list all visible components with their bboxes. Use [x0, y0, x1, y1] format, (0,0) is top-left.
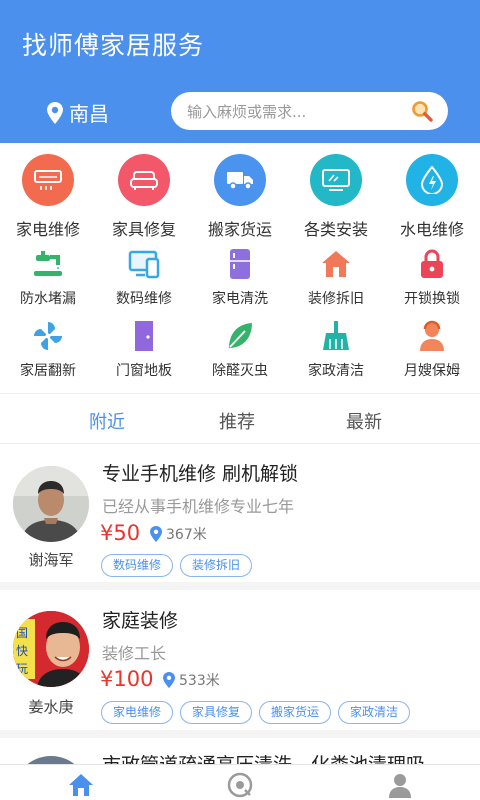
provider-name: 谢海军 [28, 551, 74, 569]
city-selector[interactable]: 南昌 [47, 98, 109, 127]
category-renovation-demolition[interactable]: 装修拆旧 [288, 247, 384, 308]
category-label: 数码维修 [116, 291, 172, 307]
category-label: 除醛灭虫 [212, 363, 268, 379]
svg-text:国: 国 [16, 626, 28, 640]
broom-icon [319, 319, 353, 353]
listing-distance: 367米 [150, 524, 207, 544]
category-label: 门窗地板 [116, 363, 172, 379]
category-furniture-repair[interactable]: 家具修复 [96, 154, 192, 240]
location-pin-icon [163, 672, 175, 688]
tag[interactable]: 搬家货运 [259, 701, 332, 724]
category-waterproof[interactable]: 防水堵漏 [0, 247, 96, 308]
category-label: 开锁换锁 [404, 291, 460, 307]
category-housekeeping[interactable]: 家政清洁 [288, 319, 384, 380]
leaf-icon [223, 319, 257, 353]
listing-title: 家庭装修 [102, 610, 179, 632]
listing-title: 专业手机维修 刷机解锁 [102, 463, 299, 485]
tag[interactable]: 家政清洁 [338, 701, 411, 724]
avatar [13, 466, 89, 542]
list-item[interactable]: 谢海军 专业手机维修 刷机解锁 已经从事手机维修专业七年 ¥50 367米 数码… [0, 444, 480, 590]
category-locksmith[interactable]: 开锁换锁 [384, 247, 480, 308]
water-drop-icon [406, 154, 458, 206]
category-label: 家居翻新 [20, 363, 76, 379]
tab-latest[interactable]: 最新 [346, 408, 382, 434]
pinwheel-icon [31, 319, 65, 353]
discover-icon[interactable] [225, 771, 255, 799]
distance-value: 367米 [166, 527, 207, 543]
list-item[interactable]: 国 快 玩 姜水庚 家庭装修 装修工长 ¥100 533米 家电维修 家具修复 [0, 590, 480, 738]
category-appliance-repair[interactable]: 家电维修 [0, 154, 96, 240]
category-moving[interactable]: 搬家货运 [192, 154, 288, 240]
fridge-icon [223, 247, 257, 281]
category-label: 家政清洁 [308, 363, 364, 379]
category-appliance-cleaning[interactable]: 家电清洗 [192, 247, 288, 308]
truck-icon [214, 154, 266, 206]
devices-icon [127, 247, 161, 281]
category-label: 月嫂保姆 [404, 363, 460, 379]
category-row-3: 家居翻新 门窗地板 除醛灭虫 家政清洁 月嫂保姆 [0, 319, 480, 380]
app-screen: 找师傅家居服务 南昌 输入麻烦或需求... 家电维修 家具修复 搬家货运 各类安… [0, 0, 480, 800]
avatar: 国 快 玩 [13, 611, 89, 687]
category-row-2: 防水堵漏 数码维修 家电清洗 装修拆旧 开锁换锁 [0, 247, 480, 308]
nanny-icon [415, 319, 449, 353]
category-label: 家电清洗 [212, 291, 268, 307]
sofa-icon [118, 154, 170, 206]
category-digital-repair[interactable]: 数码维修 [96, 247, 192, 308]
category-label: 家具修复 [111, 220, 176, 239]
location-pin-icon [150, 526, 162, 542]
tag[interactable]: 家具修复 [180, 701, 253, 724]
monitor-icon [310, 154, 362, 206]
faucet-icon [31, 247, 65, 281]
category-label: 装修拆旧 [308, 291, 364, 307]
search-input[interactable]: 输入麻烦或需求... [171, 92, 448, 130]
category-formaldehyde-pest[interactable]: 除醛灭虫 [192, 319, 288, 380]
provider-name: 姜水庚 [28, 698, 74, 716]
tag[interactable]: 数码维修 [101, 554, 174, 577]
tab-recommended[interactable]: 推荐 [219, 408, 255, 434]
tag[interactable]: 家电维修 [101, 701, 174, 724]
header: 找师傅家居服务 南昌 输入麻烦或需求... [0, 0, 480, 143]
house-icon [319, 247, 353, 281]
bottom-nav [0, 764, 480, 800]
door-icon [127, 319, 161, 353]
category-label: 搬家货运 [207, 220, 272, 239]
category-home-refurbish[interactable]: 家居翻新 [0, 319, 96, 380]
listing-subtitle: 已经从事手机维修专业七年 [102, 497, 295, 516]
svg-text:玩: 玩 [16, 662, 28, 676]
lock-icon [415, 247, 449, 281]
appliance-icon [22, 154, 74, 206]
distance-value: 533米 [179, 673, 220, 689]
search-placeholder: 输入麻烦或需求... [187, 102, 307, 121]
category-nanny[interactable]: 月嫂保姆 [384, 319, 480, 380]
category-installation[interactable]: 各类安装 [288, 154, 384, 240]
listing-distance: 533米 [163, 670, 220, 690]
category-water-electric[interactable]: 水电维修 [384, 154, 480, 240]
listing-tabs: 附近 推荐 最新 [0, 394, 480, 444]
category-label: 各类安装 [303, 220, 368, 239]
app-title: 找师傅家居服务 [22, 31, 205, 60]
category-grid: 家电维修 家具修复 搬家货运 各类安装 水电维修 防水堵漏 数码维修 家电清洗 … [0, 143, 480, 393]
tag-list: 家电维修 家具修复 搬家货运 家政清洁 [101, 701, 417, 724]
category-doors-floors[interactable]: 门窗地板 [96, 319, 192, 380]
city-label: 南昌 [69, 102, 109, 126]
listing-price: ¥100 [100, 667, 154, 691]
category-label: 水电维修 [399, 220, 464, 239]
category-label: 防水堵漏 [20, 291, 76, 307]
svg-text:快: 快 [16, 644, 28, 658]
search-icon[interactable] [408, 97, 436, 125]
profile-icon[interactable] [385, 771, 415, 799]
home-icon[interactable] [66, 771, 96, 799]
listing-subtitle: 装修工长 [102, 644, 167, 663]
tab-nearby[interactable]: 附近 [89, 408, 125, 434]
tag-list: 数码维修 装修拆旧 [101, 554, 259, 577]
location-pin-icon [47, 101, 63, 124]
tag[interactable]: 装修拆旧 [180, 554, 253, 577]
listing-price: ¥50 [100, 521, 141, 545]
main-category-row: 家电维修 家具修复 搬家货运 各类安装 水电维修 [0, 154, 480, 240]
category-label: 家电维修 [15, 220, 80, 239]
